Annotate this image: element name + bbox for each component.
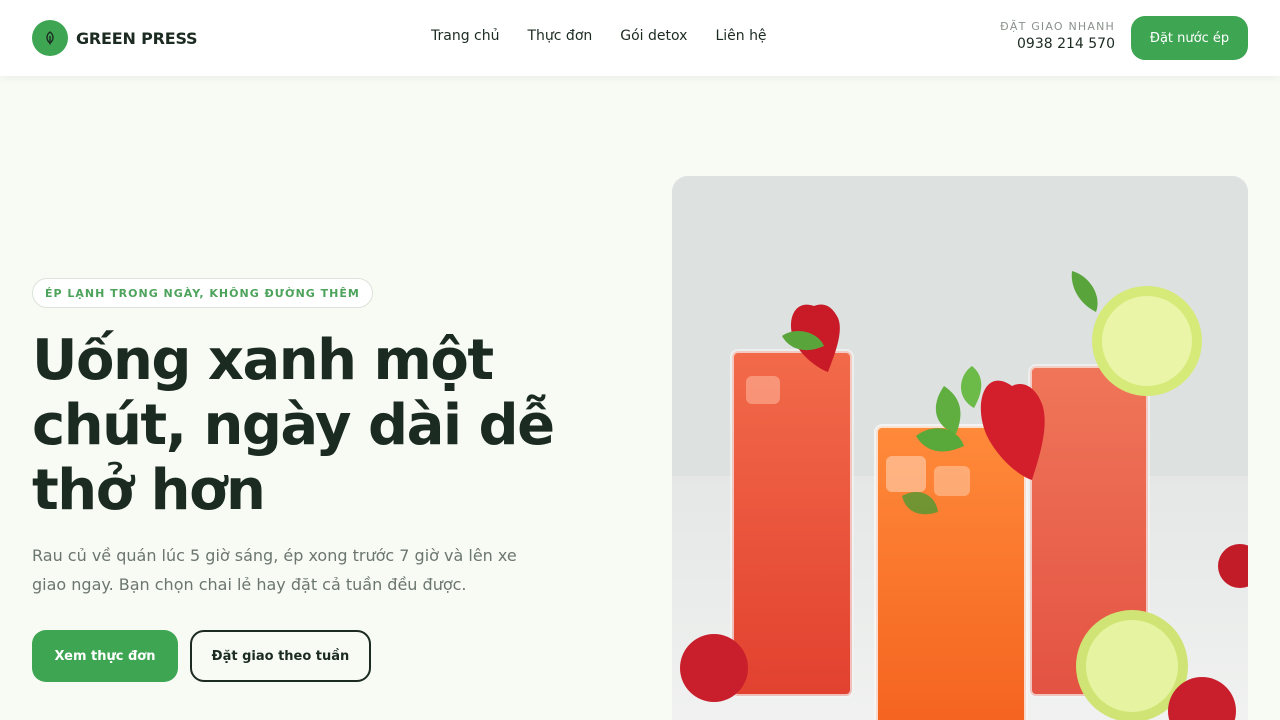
- quick-order-phone[interactable]: 0938 214 570: [1000, 36, 1115, 52]
- nav-item-contact[interactable]: Liên hệ: [715, 28, 766, 44]
- weekly-delivery-button[interactable]: Đặt giao theo tuần: [190, 630, 371, 682]
- order-juice-button[interactable]: Đặt nước ép: [1131, 16, 1248, 60]
- nav-item-home[interactable]: Trang chủ: [431, 28, 499, 44]
- hero-description: Rau củ về quán lúc 5 giờ sáng, ép xong t…: [32, 546, 517, 594]
- brand-name: GREEN PRESS: [76, 28, 198, 48]
- main-nav: Trang chủ Thực đơn Gói detox Liên hệ: [431, 28, 795, 44]
- leaf-icon: [32, 20, 68, 56]
- juice-glasses-illustration: [672, 176, 1248, 720]
- site-header: GREEN PRESS Trang chủ Thực đơn Gói detox…: [0, 0, 1280, 76]
- hero-badge: ÉP LẠNH TRONG NGÀY, KHÔNG ĐƯỜNG THÊM: [32, 278, 373, 308]
- brand[interactable]: GREEN PRESS: [32, 20, 198, 56]
- quick-order: ĐẶT GIAO NHANH 0938 214 570: [1000, 20, 1115, 52]
- view-menu-button[interactable]: Xem thực đơn: [32, 630, 178, 682]
- nav-item-menu[interactable]: Thực đơn: [527, 28, 592, 44]
- quick-order-label: ĐẶT GIAO NHANH: [1000, 20, 1115, 33]
- hero-headline: Uống xanh một chút, ngày dài dễ thở hơn: [32, 328, 555, 523]
- nav-item-detox[interactable]: Gói detox: [620, 28, 687, 44]
- hero-image: [672, 176, 1248, 720]
